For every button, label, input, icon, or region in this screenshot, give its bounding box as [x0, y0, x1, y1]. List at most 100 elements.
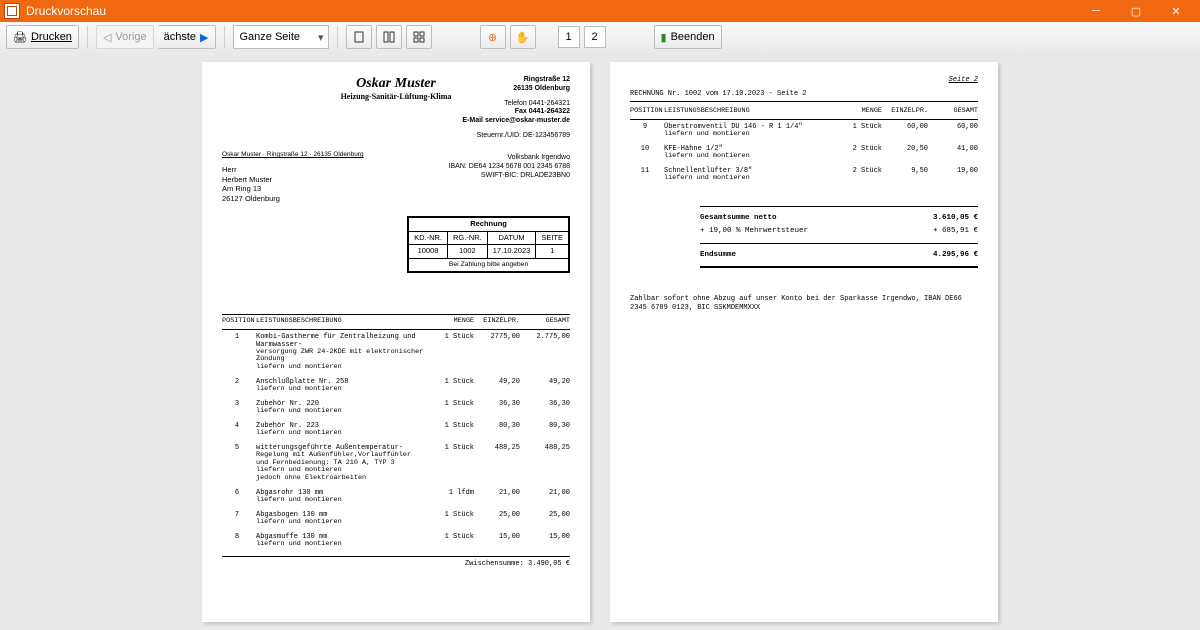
table-row: 8Abgasmuffe 130 mmliefern und montieren 1… — [222, 530, 570, 552]
cell-qty: 1 Stück — [428, 511, 474, 527]
cell-desc: Zubehör Nr. 220liefern und montieren — [252, 400, 428, 416]
table-row: 1Kombi-Gastherme für Zentralheizung und … — [222, 330, 570, 376]
cell-price: 2775,00 — [474, 333, 520, 373]
totals-block: Gesamtsumme netto3.610,05 € + 19,00 % Me… — [630, 203, 978, 271]
window-title: Druckvorschau — [26, 4, 106, 18]
h-date: DATUM — [487, 231, 536, 245]
close-label: Beenden — [671, 31, 715, 43]
prev-page-button[interactable]: ◁ Vorige — [96, 25, 154, 49]
cell-desc: Zubehör Nr. 223liefern und montieren — [252, 422, 428, 438]
layout-double-icon[interactable] — [376, 25, 402, 49]
cell-qty: 1 Stück — [428, 333, 474, 373]
addr-street: Ringstraße 12 — [462, 76, 570, 85]
cell-pos: 1 — [222, 333, 252, 373]
close-window-button[interactable]: ✕ — [1156, 0, 1196, 22]
cell-pos: 5 — [222, 444, 252, 483]
cell-total: 60,00 — [928, 123, 978, 139]
table-row: 7Abgasbogen 130 mmliefern und montieren1… — [222, 508, 570, 530]
cell-pos: 8 — [222, 533, 252, 549]
cell-desc: witterungsgeführte Außentemperatur-Regel… — [252, 444, 428, 483]
netto-value: 3.610,05 € — [908, 214, 978, 223]
print-label: Drucken — [31, 31, 72, 43]
table-header: POSITION LEISTUNGSBESCHREIBUNG MENGE EIN… — [222, 314, 570, 330]
preview-page-2[interactable]: Seite 2 RECHNUNG Nr. 1002 vom 17.10.2023… — [610, 62, 998, 622]
page-total-box[interactable]: 2 — [584, 26, 606, 48]
cell-total: 80,30 — [520, 422, 570, 438]
addr-city: 26135 Oldenburg — [462, 85, 570, 94]
minimize-button[interactable]: ─ — [1076, 0, 1116, 22]
table-header-2: POSITION LEISTUNGSBESCHREIBUNG MENGE EIN… — [630, 105, 978, 120]
v-date: 17.10.2023 — [487, 245, 536, 259]
col-desc: LEISTUNGSBESCHREIBUNG — [252, 318, 428, 326]
prev-label: Vorige — [115, 31, 146, 43]
preview-page-1[interactable]: Oskar Muster Heizung-Sanitär-Lüftung-Kli… — [202, 62, 590, 622]
invoice-meta-box: Rechnung KD.-NR. RG.-NR. DATUM SEITE 100… — [407, 216, 570, 273]
maximize-button[interactable]: ▢ — [1116, 0, 1156, 22]
company-address: Ringstraße 12 26135 Oldenburg Telefon 04… — [462, 76, 570, 141]
email-label: E-Mail — [462, 117, 485, 124]
col-total-2: GESAMT — [928, 108, 978, 116]
cell-pos: 4 — [222, 422, 252, 438]
bank-bic: SWIFT-BIC: DRLADE23BN0 — [449, 172, 570, 181]
v-kd: 10008 — [409, 245, 448, 259]
payment-note: Zahlbar sofort ohne Abzug auf unser Kont… — [630, 295, 978, 313]
final-label: Endsumme — [630, 251, 908, 260]
cell-qty: 1 Stück — [428, 422, 474, 438]
print-button[interactable]: 🖨 Drucken — [6, 25, 79, 49]
col-pos-2: POSITION — [630, 108, 660, 116]
page-current-box[interactable]: 1 — [558, 26, 580, 48]
company-email: service@oskar-muster.de — [485, 117, 570, 124]
vat-value: + 685,91 € — [908, 227, 978, 236]
bank-iban: IBAN: DE64 1234 5678 001 2345 6788 — [449, 163, 570, 172]
cell-total: 36,30 — [520, 400, 570, 416]
table-row: 10KFE-Hähne 1/2"liefern und montieren2 S… — [630, 142, 978, 164]
pan-tool-icon[interactable]: ✋ — [510, 25, 536, 49]
cell-pos: 3 — [222, 400, 252, 416]
zoom-tool-icon[interactable]: ⊕ — [480, 25, 506, 49]
cell-qty: 1 Stück — [428, 444, 474, 483]
cell-price: 36,30 — [474, 400, 520, 416]
cell-pos: 11 — [630, 167, 660, 183]
cell-price: 49,20 — [474, 378, 520, 394]
close-button[interactable]: ▮ Beenden — [654, 25, 722, 49]
app-icon — [4, 3, 20, 19]
col-qty: MENGE — [428, 318, 474, 326]
cell-pos: 7 — [222, 511, 252, 527]
table-row: 6Abgasrohr 130 mmliefern und montieren1 … — [222, 486, 570, 508]
col-qty-2: MENGE — [836, 108, 882, 116]
cell-price: 488,25 — [474, 444, 520, 483]
invoice-note: Bei Zahlung bitte angeben — [409, 258, 569, 271]
recipient-l3: Am Ring 13 — [222, 184, 570, 194]
cell-total: 21,00 — [520, 489, 570, 505]
cell-desc: Schnellentlüfter 3/8"liefern und montier… — [660, 167, 836, 183]
next-label: ächste — [164, 31, 196, 43]
cell-total: 19,00 — [928, 167, 978, 183]
company-tel: Telefon 0441-264321 — [462, 100, 570, 109]
next-page-button[interactable]: ächste ▶ — [158, 25, 216, 49]
table-row: 9Überstromventil DU 146 - R 1 1/4"liefer… — [630, 120, 978, 142]
printer-icon: 🖨 — [13, 31, 27, 44]
table-row: 5witterungsgeführte Außentemperatur-Rege… — [222, 441, 570, 486]
cell-price: 9,50 — [882, 167, 928, 183]
cell-desc: Abgasmuffe 130 mmliefern und montieren — [252, 533, 428, 549]
zoom-select[interactable]: Ganze Seite — [233, 25, 329, 49]
cell-total: 15,00 — [520, 533, 570, 549]
cell-price: 21,00 — [474, 489, 520, 505]
cell-qty: 2 Stück — [836, 167, 882, 183]
cell-desc: Überstromventil DU 146 - R 1 1/4"liefern… — [660, 123, 836, 139]
line-items-table: POSITION LEISTUNGSBESCHREIBUNG MENGE EIN… — [222, 314, 570, 568]
cell-pos: 6 — [222, 489, 252, 505]
cell-price: 80,30 — [474, 422, 520, 438]
layout-grid-icon[interactable] — [406, 25, 432, 49]
vat-label: + 19,00 % Mehrwertsteuer — [630, 227, 908, 236]
preview-canvas: Oskar Muster Heizung-Sanitär-Lüftung-Kli… — [0, 52, 1200, 630]
h-rg: RG.-NR. — [448, 231, 488, 245]
table-row: 11Schnellentlüfter 3/8"liefern und monti… — [630, 164, 978, 186]
layout-single-icon[interactable] — [346, 25, 372, 49]
cell-pos: 10 — [630, 145, 660, 161]
col-desc-2: LEISTUNGSBESCHREIBUNG — [660, 108, 836, 116]
netto-label: Gesamtsumme netto — [630, 214, 908, 223]
cell-price: 15,00 — [474, 533, 520, 549]
cell-qty: 1 Stück — [428, 378, 474, 394]
arrow-right-icon: ▶ — [200, 31, 208, 44]
